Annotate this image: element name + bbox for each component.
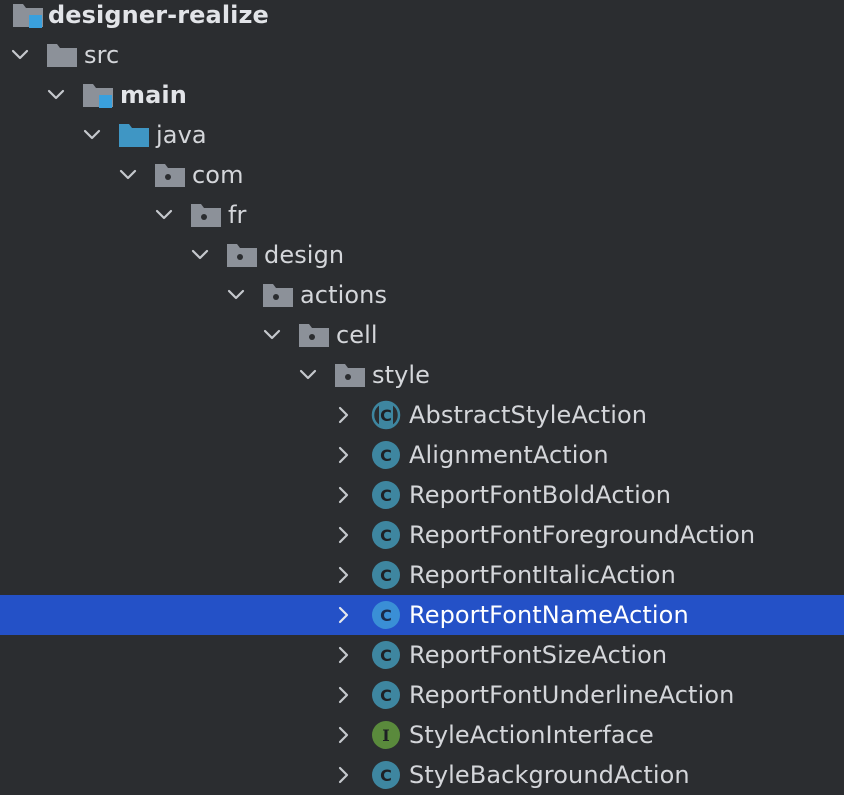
chevron-right-icon[interactable] [334, 485, 354, 505]
chevron-right-icon[interactable] [334, 685, 354, 705]
package-icon [335, 364, 365, 387]
class-icon: C [372, 441, 400, 469]
svg-text:C: C [380, 646, 392, 665]
class-icon: C [372, 641, 400, 669]
tree-node-label: StyleBackgroundAction [409, 761, 690, 789]
tree-node-reportfontunderlineaction[interactable]: C ReportFontUnderlineAction [0, 675, 844, 715]
tree-node-designer-realize[interactable]: designer-realize [0, 0, 844, 35]
tree-node-alignmentaction[interactable]: C AlignmentAction [0, 435, 844, 475]
chevron-down-icon[interactable] [118, 165, 138, 185]
chevron-right-icon[interactable] [334, 725, 354, 745]
class-icon: C [372, 761, 400, 789]
tree-node-label: actions [300, 281, 388, 309]
chevron-right-icon[interactable] [334, 605, 354, 625]
package-icon [155, 164, 185, 187]
tree-node-reportfontforegroundaction[interactable]: C ReportFontForegroundAction [0, 515, 844, 555]
tree-node-style[interactable]: style [0, 355, 844, 395]
interface-icon: I [372, 721, 400, 749]
svg-text:C: C [380, 566, 392, 585]
tree-node-label: AlignmentAction [409, 441, 609, 469]
package-icon [191, 204, 221, 227]
module-folder-icon [13, 4, 43, 28]
abstract-class-icon: C [371, 400, 401, 430]
svg-text:C: C [380, 606, 392, 625]
project-tree[interactable]: designer-realize src main java com fr de… [0, 0, 844, 794]
chevron-down-icon[interactable] [298, 365, 318, 385]
chevron-right-icon[interactable] [334, 765, 354, 785]
chevron-right-icon[interactable] [334, 405, 354, 425]
tree-node-label: com [192, 161, 244, 189]
tree-node-label: ReportFontSizeAction [409, 641, 668, 669]
tree-node-label: fr [228, 201, 247, 229]
class-icon: C [372, 681, 400, 709]
svg-text:C: C [380, 766, 392, 785]
chevron-down-icon[interactable] [226, 285, 246, 305]
tree-node-stylebackgroundaction[interactable]: C StyleBackgroundAction [0, 755, 844, 795]
tree-node-label: ReportFontNameAction [409, 601, 689, 629]
tree-node-styleactioninterface[interactable]: I StyleActionInterface [0, 715, 844, 755]
class-icon: C [372, 521, 400, 549]
tree-node-label: design [264, 241, 345, 269]
tree-node-label: java [156, 121, 207, 149]
tree-node-src[interactable]: src [0, 35, 844, 75]
tree-node-reportfontsizeaction[interactable]: C ReportFontSizeAction [0, 635, 844, 675]
chevron-right-icon[interactable] [334, 445, 354, 465]
chevron-down-icon[interactable] [82, 125, 102, 145]
svg-text:C: C [380, 686, 392, 705]
chevron-down-icon[interactable] [190, 245, 210, 265]
tree-node-label: AbstractStyleAction [409, 401, 648, 429]
chevron-down-icon[interactable] [46, 85, 66, 105]
tree-node-reportfontboldaction[interactable]: C ReportFontBoldAction [0, 475, 844, 515]
class-icon: C [372, 561, 400, 589]
svg-text:C: C [380, 486, 392, 505]
tree-node-fr[interactable]: fr [0, 195, 844, 235]
chevron-right-icon[interactable] [334, 525, 354, 545]
svg-text:C: C [380, 446, 392, 465]
class-icon: C [372, 601, 400, 629]
svg-text:C: C [380, 526, 392, 545]
chevron-down-icon[interactable] [262, 325, 282, 345]
tree-node-design[interactable]: design [0, 235, 844, 275]
tree-node-label: ReportFontBoldAction [409, 481, 672, 509]
tree-node-java[interactable]: java [0, 115, 844, 155]
tree-node-label: ReportFontUnderlineAction [409, 681, 735, 709]
tree-node-label: style [372, 361, 431, 389]
tree-node-label: ReportFontForegroundAction [409, 521, 756, 549]
package-icon [299, 324, 329, 347]
tree-node-label: StyleActionInterface [409, 721, 654, 749]
package-icon [263, 284, 293, 307]
chevron-right-icon[interactable] [334, 645, 354, 665]
class-icon: C [372, 481, 400, 509]
tree-node-cell[interactable]: cell [0, 315, 844, 355]
chevron-down-icon[interactable] [154, 205, 174, 225]
tree-node-reportfontitalicaction[interactable]: C ReportFontItalicAction [0, 555, 844, 595]
tree-node-abstractstyleaction[interactable]: C AbstractStyleAction [0, 395, 844, 435]
folder-icon [47, 44, 77, 67]
tree-node-reportfontnameaction[interactable]: C ReportFontNameAction [0, 595, 844, 635]
chevron-right-icon[interactable] [334, 565, 354, 585]
tree-node-label: cell [336, 321, 378, 349]
java-source-folder-icon [119, 124, 149, 147]
tree-node-label: designer-realize [48, 1, 269, 29]
tree-node-label: ReportFontItalicAction [409, 561, 676, 589]
svg-text:I: I [382, 726, 389, 745]
tree-node-com[interactable]: com [0, 155, 844, 195]
tree-node-label: main [120, 81, 187, 109]
svg-text:C: C [380, 406, 392, 425]
source-root-folder-icon [83, 84, 113, 108]
chevron-down-icon[interactable] [10, 45, 30, 65]
tree-node-main[interactable]: main [0, 75, 844, 115]
tree-node-label: src [84, 41, 120, 69]
package-icon [227, 244, 257, 267]
tree-node-actions[interactable]: actions [0, 275, 844, 315]
